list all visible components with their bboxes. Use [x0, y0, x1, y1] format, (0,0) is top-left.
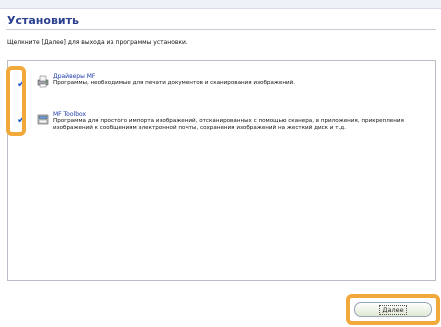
top-strip	[0, 0, 441, 9]
item-description: Программа для простого импорта изображен…	[53, 118, 404, 131]
item-description: Программы, необходимые для печати докуме…	[53, 80, 296, 86]
list-item-mf-toolbox[interactable]: ✔ MF Toolbox Программа для простого импо…	[8, 111, 435, 141]
instruction-text: Щелкните [Далее] для выхода из программы…	[7, 39, 188, 46]
item-name: MF Toolbox	[53, 111, 87, 118]
next-button[interactable]: Далее	[354, 302, 432, 317]
page-title: Установить	[7, 14, 79, 27]
checkmark-icon[interactable]: ✔	[17, 80, 27, 90]
components-list-panel: ✔ Драйверы MF Программы, необходимые для…	[7, 60, 436, 281]
next-button-label: Далее	[379, 304, 407, 315]
list-item-mf-drivers[interactable]: ✔ Драйверы MF Программы, необходимые для…	[8, 71, 435, 97]
checkmark-icon[interactable]: ✔	[17, 116, 27, 126]
item-name: Драйверы MF	[53, 73, 96, 80]
printer-driver-icon	[36, 73, 50, 88]
title-divider	[6, 29, 436, 30]
toolbox-icon	[36, 111, 50, 125]
